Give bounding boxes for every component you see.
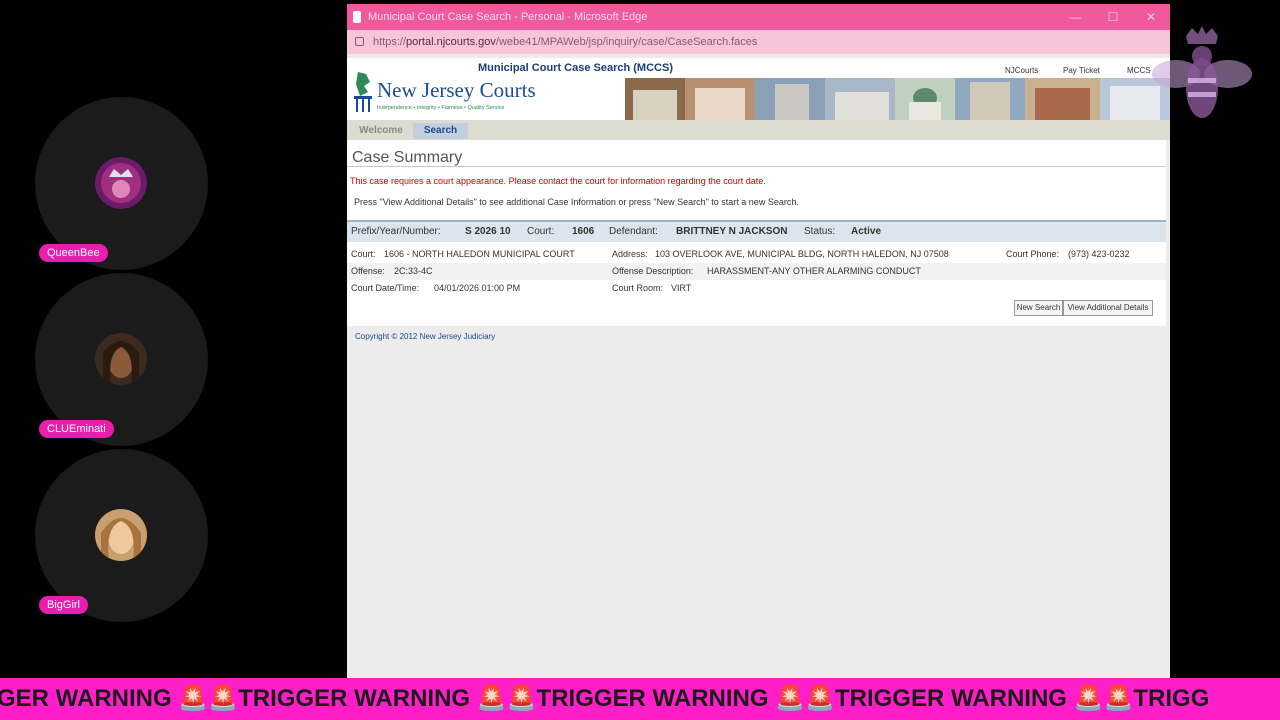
offense-description-value: HARASSMENT-ANY OTHER ALARMING CONDUCT: [707, 266, 921, 276]
woman-portrait-avatar-icon: [95, 509, 147, 561]
url-prefix: https://: [373, 36, 407, 48]
court-label: Court:: [527, 226, 555, 237]
mccs-title: Municipal Court Case Search (MCCS): [478, 62, 673, 74]
trigger-warning-ticker: GER WARNING 🚨🚨TRIGGER WARNING 🚨🚨TRIGGER …: [0, 678, 1280, 720]
offense-description-label: Offense Description:: [612, 266, 694, 276]
court-datetime-value: 04/01/2026 01:00 PM: [434, 283, 521, 293]
court-room-value: VIRT: [671, 283, 692, 293]
participant-name: CLUEminati: [39, 420, 114, 438]
new-search-button[interactable]: New Search: [1014, 300, 1063, 316]
address-label: Address:: [612, 249, 648, 259]
offense-value: 2C:33-4C: [394, 266, 433, 276]
queen-crown-avatar-icon: [95, 157, 147, 209]
tab-welcome[interactable]: Welcome: [352, 123, 410, 139]
minimize-button[interactable]: —: [1060, 4, 1090, 30]
url-path: /webe41/MPAWeb/jsp/inquiry/case/CaseSear…: [495, 36, 758, 48]
details-row: Offense: 2C:33-4C Offense Description: H…: [347, 263, 1166, 280]
site-logo-text[interactable]: New Jersey Courts: [377, 78, 536, 103]
phone-label: Court Phone:: [1006, 249, 1060, 259]
status-label: Status:: [804, 226, 836, 237]
ticker-text: GER WARNING 🚨🚨TRIGGER WARNING 🚨🚨TRIGGER …: [0, 685, 1210, 712]
prefix-value: S 2026 10: [465, 226, 511, 237]
tab-search[interactable]: Search: [413, 123, 468, 139]
njcourts-link[interactable]: NJCourts: [1005, 66, 1038, 75]
court-detail-label: Court:: [351, 249, 376, 259]
courthouse-banner-image: [625, 78, 1170, 120]
case-header-bar: Prefix/Year/Number: S 2026 10 Court: 160…: [347, 220, 1166, 242]
page-title: Case Summary: [352, 149, 463, 166]
participant-tile-queenbee[interactable]: QueenBee: [35, 97, 208, 270]
defendant-value: BRITTNEY N JACKSON: [676, 226, 788, 237]
court-appearance-notice: This case requires a court appearance. P…: [350, 176, 766, 186]
details-row: Court: 1606 - NORTH HALEDON MUNICIPAL CO…: [347, 246, 1166, 263]
browser-titlebar: Municipal Court Case Search - Personal -…: [347, 4, 1170, 30]
court-room-label: Court Room:: [612, 283, 664, 293]
nj-courts-emblem-icon: [354, 72, 372, 112]
pay-ticket-link[interactable]: Pay Ticket: [1063, 66, 1100, 75]
view-additional-details-button[interactable]: View Additional Details: [1063, 300, 1153, 316]
site-header: New Jersey Courts Independence • Integri…: [347, 58, 1170, 120]
mccs-link[interactable]: MCCS: [1127, 66, 1151, 75]
url-domain: portal.njcourts.gov: [406, 36, 496, 48]
title-divider: [347, 166, 1166, 167]
page-favicon-icon: [353, 11, 361, 23]
court-datetime-label: Court Date/Time:: [351, 283, 420, 293]
defendant-label: Defendant:: [609, 226, 658, 237]
offense-label: Offense:: [351, 266, 385, 276]
woman-portrait-avatar-icon: [95, 333, 147, 385]
court-value: 1606: [572, 226, 595, 237]
browser-window: Municipal Court Case Search - Personal -…: [347, 4, 1170, 678]
instructions-text: Press "View Additional Details" to see a…: [354, 197, 799, 207]
court-detail-value: 1606 - NORTH HALEDON MUNICIPAL COURT: [384, 249, 575, 259]
case-summary-panel: Case Summary This case requires a court …: [347, 140, 1166, 326]
address-value: 103 OVERLOOK AVE, MUNICIPAL BLDG, NORTH …: [655, 249, 949, 259]
details-row: Court Date/Time: 04/01/2026 01:00 PM Cou…: [347, 280, 1166, 297]
url-text[interactable]: https://portal.njcourts.gov/webe41/MPAWe…: [373, 30, 757, 54]
queen-bee-logo-icon: [1152, 26, 1252, 118]
prefix-label: Prefix/Year/Number:: [351, 226, 441, 237]
web-page: New Jersey Courts Independence • Integri…: [347, 58, 1170, 678]
window-title: Municipal Court Case Search - Personal -…: [368, 11, 648, 23]
site-logo-tagline: Independence • Integrity • Fairness • Qu…: [377, 105, 505, 111]
participant-name: QueenBee: [39, 244, 108, 262]
site-tab-bar: Welcome Search: [347, 120, 1170, 140]
participant-tile-clueminati[interactable]: CLUEminati: [35, 273, 208, 446]
copyright-footer: Copyright © 2012 New Jersey Judiciary: [355, 332, 496, 341]
participant-name: BigGirl: [39, 596, 89, 614]
phone-value: (973) 423-0232: [1068, 249, 1130, 259]
participant-tile-biggirl[interactable]: BigGirl: [35, 449, 208, 622]
lock-icon: [355, 37, 364, 46]
status-value: Active: [851, 226, 882, 237]
maximize-button[interactable]: ☐: [1098, 4, 1128, 30]
address-bar[interactable]: https://portal.njcourts.gov/webe41/MPAWe…: [347, 30, 1170, 54]
